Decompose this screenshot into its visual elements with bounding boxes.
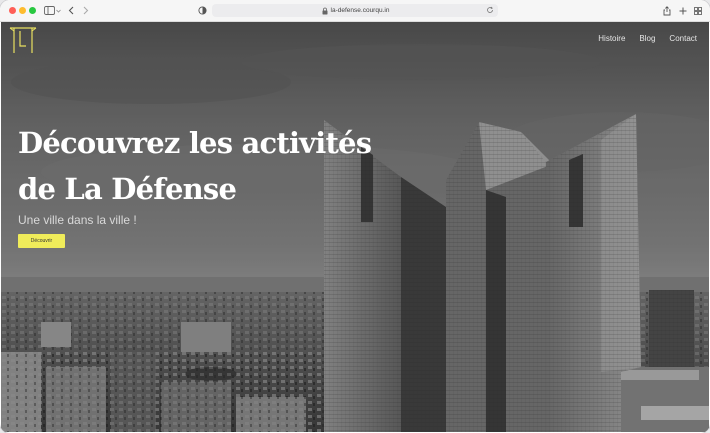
nav-link-blog[interactable]: Blog [639, 34, 655, 43]
minimize-window-button[interactable] [19, 7, 26, 14]
browser-window: la-defense.courqu.in Histoire Blog Conta… [0, 0, 710, 433]
chevron-down-icon[interactable] [55, 4, 61, 17]
browser-toolbar: la-defense.courqu.in [0, 0, 710, 22]
hero-background-image [1, 22, 709, 432]
close-window-button[interactable] [9, 7, 16, 14]
address-bar[interactable]: la-defense.courqu.in [212, 4, 498, 17]
reload-icon[interactable] [486, 6, 494, 16]
hero-subtitle: Une ville dans la ville ! [18, 213, 137, 227]
main-nav: Histoire Blog Contact [598, 34, 697, 43]
hero-title-line-2: de La Défense [18, 172, 237, 206]
nav-link-contact[interactable]: Contact [669, 34, 697, 43]
web-page: Histoire Blog Contact Découvrez les acti… [1, 22, 709, 432]
lock-icon [322, 7, 328, 14]
sidebar-toggle-icon[interactable] [42, 4, 56, 17]
hero-title-line-1: Découvrez les activités [18, 126, 372, 160]
discover-button[interactable]: Découvrir [18, 234, 65, 248]
nav-link-histoire[interactable]: Histoire [598, 34, 625, 43]
zoom-window-button[interactable] [29, 7, 36, 14]
hero-title: Découvrez les activités de La Défense [18, 120, 418, 212]
share-icon[interactable] [662, 4, 672, 17]
back-icon[interactable] [67, 4, 75, 17]
tab-overview-icon[interactable] [693, 4, 703, 17]
site-logo[interactable] [9, 27, 37, 54]
privacy-report-icon[interactable] [197, 4, 207, 17]
new-tab-icon[interactable] [678, 4, 688, 17]
forward-icon[interactable] [82, 4, 90, 17]
url-text: la-defense.courqu.in [330, 7, 390, 14]
